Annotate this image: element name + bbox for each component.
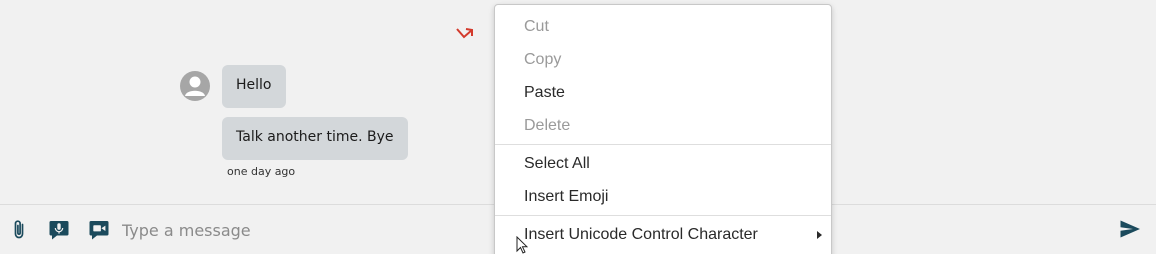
video-message-icon[interactable] <box>87 218 111 242</box>
message-timestamp: one day ago <box>227 165 296 178</box>
message-text: Talk another time. Bye <box>236 129 394 145</box>
paperclip-icon[interactable] <box>7 218 31 242</box>
message-input[interactable] <box>122 217 492 243</box>
message-bubble[interactable]: Hello <box>222 65 286 108</box>
microphone-icon[interactable] <box>47 218 71 242</box>
menu-item-copy[interactable]: Copy <box>495 46 831 74</box>
chevron-right-icon <box>817 231 822 239</box>
menu-separator <box>495 144 831 145</box>
menu-item-delete[interactable]: Delete <box>495 112 831 140</box>
menu-item-label: Insert Unicode Control Character <box>524 226 758 243</box>
menu-item-paste[interactable]: Paste <box>495 79 831 107</box>
send-icon[interactable] <box>1118 217 1142 241</box>
person-icon <box>185 76 205 96</box>
menu-separator <box>495 215 831 216</box>
arrow-up-right-icon <box>456 28 473 39</box>
avatar <box>180 71 210 101</box>
menu-item-insert-emoji[interactable]: Insert Emoji <box>495 183 831 211</box>
context-menu: Cut Copy Paste Delete Select All Insert … <box>494 4 832 254</box>
menu-item-insert-unicode-control-character[interactable]: Insert Unicode Control Character <box>495 221 831 249</box>
message-bubble[interactable]: Talk another time. Bye <box>222 117 408 160</box>
message-text: Hello <box>236 77 272 93</box>
menu-item-select-all[interactable]: Select All <box>495 150 831 178</box>
mouse-pointer-icon <box>516 236 528 254</box>
chat-window: Hello Talk another time. Bye one day ago… <box>0 0 1156 254</box>
menu-item-cut[interactable]: Cut <box>495 13 831 41</box>
